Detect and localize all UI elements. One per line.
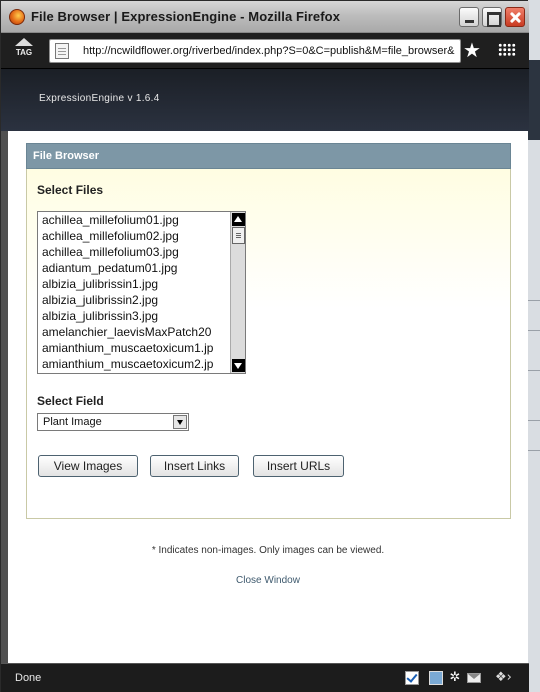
title-bar[interactable]: File Browser | ExpressionEngine - Mozill… <box>1 1 529 33</box>
view-images-button[interactable]: View Images <box>38 455 138 477</box>
house-icon <box>15 38 33 46</box>
insert-links-button[interactable]: Insert Links <box>150 455 239 477</box>
list-item[interactable]: achillea_millefolium02.jpg <box>38 228 245 244</box>
ee-version-text: ExpressionEngine v 1.6.4 <box>39 93 160 104</box>
background-divider <box>528 330 540 331</box>
check-icon[interactable] <box>405 671 419 685</box>
insert-urls-button[interactable]: Insert URLs <box>253 455 344 477</box>
minimize-button[interactable] <box>459 7 479 27</box>
scroll-down-icon[interactable] <box>232 359 245 372</box>
background-dark-band <box>528 60 540 140</box>
window-title: File Browser | ExpressionEngine - Mozill… <box>31 9 341 24</box>
list-item[interactable]: albizia_julibrissin1.jpg <box>38 276 245 292</box>
file-browser-header: File Browser <box>26 143 511 169</box>
file-browser-panel: Select Files achillea_millefolium01.jpg … <box>26 169 511 519</box>
addon-icon[interactable]: ❖› <box>495 671 513 685</box>
navigation-bar: TAG http://ncwildflower.org/riverbed/ind… <box>1 33 529 69</box>
page-content: File Browser Select Files achillea_mille… <box>8 131 528 663</box>
page-icon <box>55 43 69 59</box>
file-list-scrollbar[interactable] <box>230 212 245 373</box>
screen-icon[interactable] <box>429 671 443 685</box>
panel-title: File Browser <box>33 150 100 162</box>
feed-grid-icon[interactable] <box>498 43 516 57</box>
firefox-icon <box>9 9 25 25</box>
close-window-button[interactable] <box>505 7 525 27</box>
select-field-label: Select Field <box>37 394 104 408</box>
list-item[interactable]: adiantum_pedatum01.jpg <box>38 260 245 276</box>
list-item[interactable]: albizia_julibrissin3.jpg <box>38 308 245 324</box>
ee-header: ExpressionEngine v 1.6.4 <box>1 69 529 131</box>
list-item[interactable]: amelanchier_laevisMaxPatch20 <box>38 324 245 340</box>
list-item[interactable]: achillea_millefolium01.jpg <box>38 212 245 228</box>
background-divider <box>528 450 540 451</box>
scroll-up-icon[interactable] <box>232 213 245 226</box>
select-files-label: Select Files <box>37 183 104 197</box>
field-select[interactable]: Plant Image <box>37 413 189 431</box>
tag-home-icon[interactable]: TAG <box>13 38 35 64</box>
scroll-thumb[interactable] <box>232 227 245 244</box>
chevron-down-icon[interactable] <box>173 415 187 429</box>
tag-label: TAG <box>15 48 33 57</box>
background-divider <box>528 300 540 301</box>
mail-icon[interactable] <box>467 673 481 683</box>
status-bar: Done ✲ ❖› <box>1 663 529 692</box>
maximize-button[interactable] <box>482 7 502 27</box>
background-page-edge <box>528 0 540 692</box>
non-image-note: * Indicates non-images. Only images can … <box>151 545 385 556</box>
list-item[interactable]: achillea_millefolium03.jpg <box>38 244 245 260</box>
list-item[interactable]: albizia_julibrissin2.jpg <box>38 292 245 308</box>
snowflake-icon[interactable]: ✲ <box>448 671 462 685</box>
status-text: Done <box>15 672 42 684</box>
list-item[interactable]: amianthium_muscaetoxicum1.jp <box>38 340 245 356</box>
url-text[interactable]: http://ncwildflower.org/riverbed/index.p… <box>83 45 457 57</box>
background-divider <box>528 370 540 371</box>
list-item[interactable]: amianthium_muscaetoxicum2.jp <box>38 356 245 372</box>
field-select-value: Plant Image <box>43 416 102 428</box>
url-bar[interactable]: http://ncwildflower.org/riverbed/index.p… <box>49 39 461 63</box>
browser-popup-window: File Browser | ExpressionEngine - Mozill… <box>0 0 529 692</box>
bookmark-star-icon[interactable]: ★ <box>463 39 481 61</box>
background-divider <box>528 420 540 421</box>
file-list[interactable]: achillea_millefolium01.jpg achillea_mill… <box>37 211 246 374</box>
close-window-link[interactable]: Close Window <box>8 575 528 586</box>
